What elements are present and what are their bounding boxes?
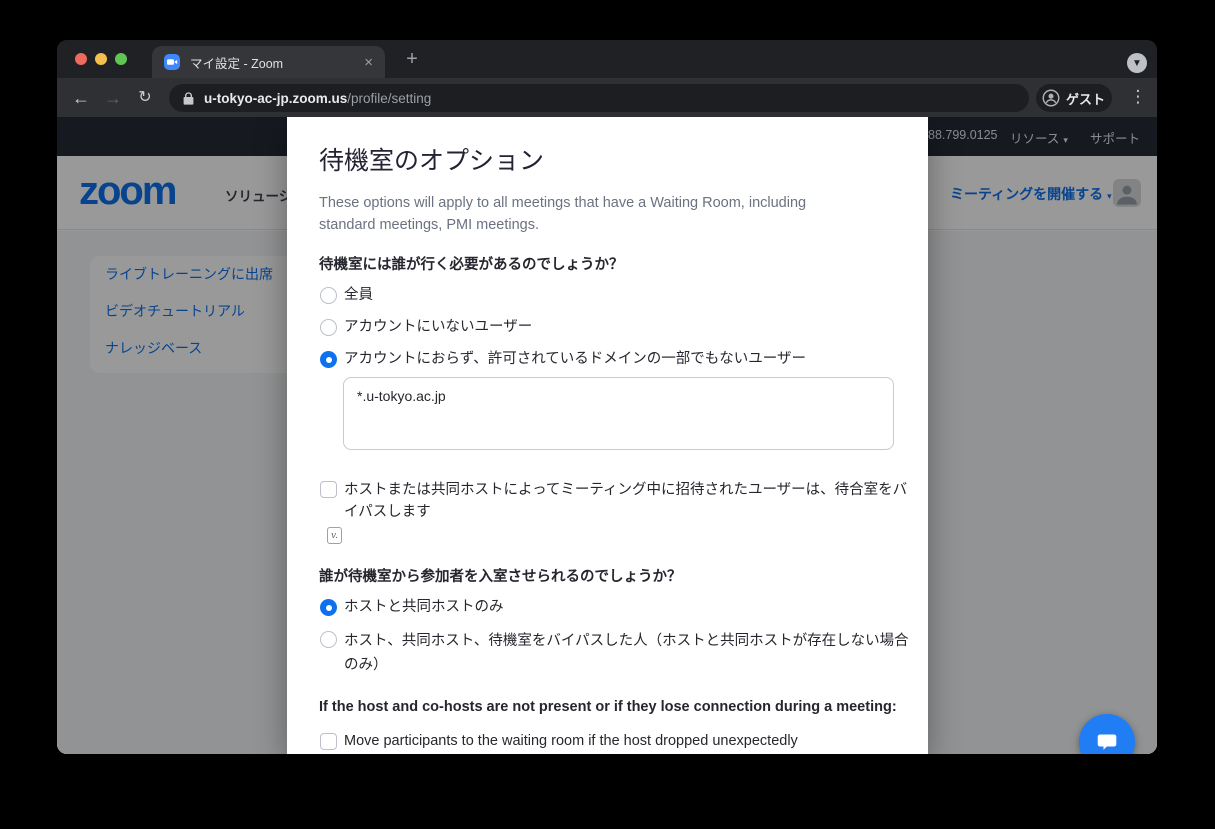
zoom-favicon-icon: [164, 54, 180, 70]
page-content: 88.799.0125 リソース▾ サポート zoom ソリューション ミーティ…: [57, 117, 1157, 754]
url-path: /profile/setting: [347, 91, 431, 106]
radio-option-host-cohosts-bypassed[interactable]: ホスト、共同ホスト、待機室をバイパスした人（ホストと共同ホストが存在しない場合の…: [320, 629, 914, 677]
browser-toolbar: ← → ↻ u-tokyo-ac-jp.zoom.us/profile/sett…: [57, 78, 1157, 117]
guest-avatar-icon: [1042, 89, 1060, 107]
dialog-title: 待機室のオプション: [319, 141, 544, 177]
caret-down-icon: ▼: [1132, 58, 1142, 69]
radio-option-host-cohosts-only[interactable]: ホストと共同ホストのみ: [320, 597, 504, 618]
radio-option-users-not-in-account[interactable]: アカウントにいないユーザー: [320, 317, 532, 338]
window-close-button[interactable]: [75, 53, 87, 65]
radio-control-selected[interactable]: [320, 599, 337, 616]
desktop-background: マイ設定 - Zoom × + ▼ ← → ↻ u-tokyo-ac-jp.zo…: [0, 0, 1215, 829]
checkbox-bypass-invited-users[interactable]: ホストまたは共同ホストによってミーティング中に招待されたユーザーは、待合室をバイ…: [320, 479, 912, 523]
question-who-can-admit: 誰が待機室から参加者を入室させられるのでしょうか？: [319, 565, 682, 586]
tab-title: マイ設定 - Zoom: [190, 53, 354, 72]
checkbox-move-participants[interactable]: Move participants to the waiting room if…: [320, 731, 798, 752]
window-controls: [75, 53, 127, 65]
radio-option-everyone[interactable]: 全員: [320, 285, 373, 306]
guest-label: ゲスト: [1066, 89, 1105, 108]
new-tab-button[interactable]: +: [402, 50, 422, 70]
tab-search-button[interactable]: ▼: [1127, 53, 1147, 73]
broken-image-badge: v.: [327, 527, 342, 544]
window-minimize-button[interactable]: [95, 53, 107, 65]
window-zoom-button[interactable]: [115, 53, 127, 65]
question-who-goes-to-waiting-room: 待機室には誰が行く必要があるのでしょうか？: [319, 253, 624, 274]
tab-strip: マイ設定 - Zoom × + ▼: [57, 40, 1157, 78]
checkbox-control[interactable]: [320, 733, 337, 750]
radio-control-selected[interactable]: [320, 351, 337, 368]
radio-control[interactable]: [320, 319, 337, 336]
waiting-room-options-dialog: 待機室のオプション These options will apply to al…: [287, 117, 928, 754]
back-button[interactable]: ←: [70, 87, 92, 109]
allowed-domains-input[interactable]: *.u-tokyo.ac.jp: [343, 377, 894, 450]
browser-menu-button[interactable]: ⋮: [1129, 86, 1147, 108]
radio-option-users-not-in-allowed-domains[interactable]: アカウントにおらず、許可されているドメインの一部でもないユーザー: [320, 349, 806, 370]
radio-control[interactable]: [320, 287, 337, 304]
reload-button[interactable]: ↻: [134, 87, 156, 109]
chat-bubble-icon: [1095, 730, 1119, 754]
radio-control[interactable]: [320, 631, 337, 648]
profile-button[interactable]: ゲスト: [1036, 84, 1112, 112]
question-host-not-present: If the host and co-hosts are not present…: [319, 699, 897, 715]
dialog-description: These options will apply to all meetings…: [319, 192, 864, 236]
browser-window: マイ設定 - Zoom × + ▼ ← → ↻ u-tokyo-ac-jp.zo…: [57, 40, 1157, 754]
address-bar[interactable]: u-tokyo-ac-jp.zoom.us/profile/setting: [169, 84, 1029, 112]
url-text: u-tokyo-ac-jp.zoom.us/profile/setting: [204, 91, 431, 106]
url-host: u-tokyo-ac-jp.zoom.us: [204, 91, 347, 106]
tab-close-icon[interactable]: ×: [364, 55, 373, 70]
lock-icon: [183, 92, 194, 105]
forward-button: →: [102, 87, 124, 109]
browser-tab[interactable]: マイ設定 - Zoom ×: [152, 46, 385, 78]
checkbox-control[interactable]: [320, 481, 337, 498]
